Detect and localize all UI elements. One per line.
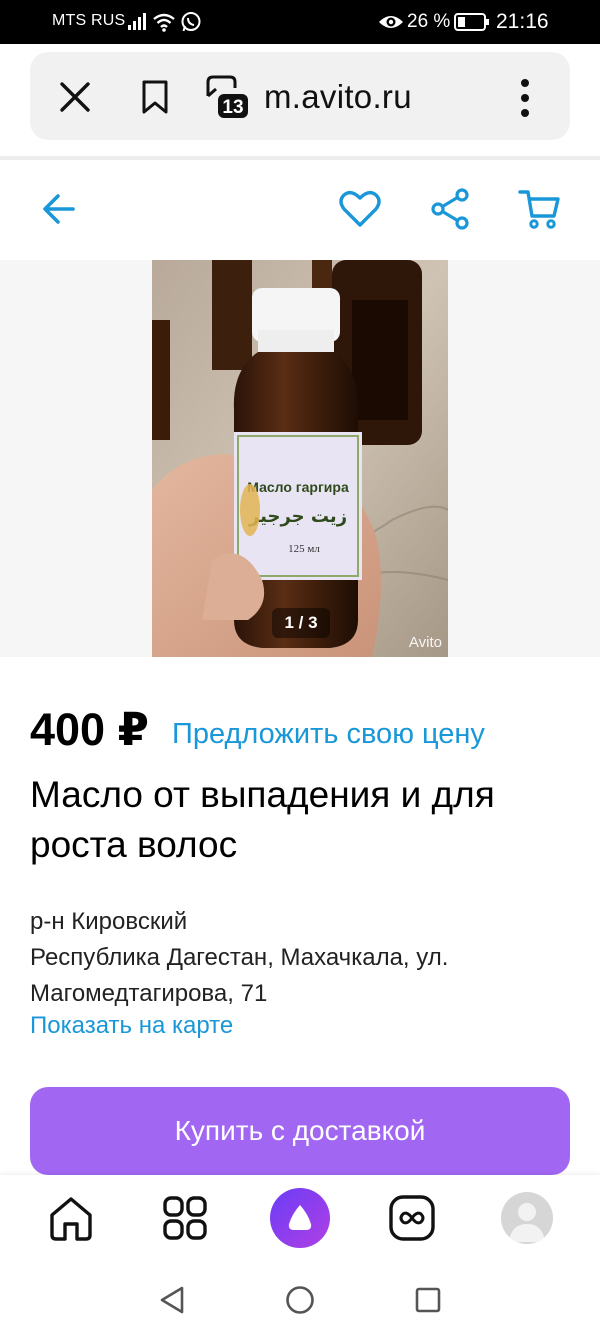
more-vert-icon[interactable] (518, 78, 532, 123)
battery-percent: 26 % (407, 11, 451, 32)
tab-count: 13 (222, 97, 243, 118)
eye-icon (378, 13, 404, 36)
carrier-label: MTS RUS (52, 12, 126, 29)
avatar[interactable] (501, 1192, 553, 1244)
browser-toolbar: 13 m.avito.ru (0, 44, 600, 156)
watermark-text: Avito (409, 634, 442, 651)
offer-price-link[interactable]: Предложить свою цену (172, 718, 485, 751)
price: 400 ₽ (30, 704, 149, 755)
bookmark-icon[interactable] (140, 79, 170, 120)
cart-icon[interactable] (518, 188, 562, 235)
nav-recents-icon[interactable] (414, 1286, 442, 1319)
nav-back-icon[interactable] (158, 1285, 186, 1320)
close-icon[interactable] (58, 80, 92, 114)
apps-grid-icon[interactable] (162, 1195, 208, 1246)
home-icon[interactable] (46, 1193, 96, 1248)
photo-counter: 1 / 3 (272, 608, 330, 638)
url-text[interactable]: m.avito.ru (264, 78, 412, 116)
photo-gallery[interactable]: Масло гаргира زيت جرجير 125 мл Avito 1 /… (0, 260, 600, 657)
label-line1: Масло гаргира (247, 479, 349, 495)
whatsapp-icon (180, 11, 202, 38)
address-bar[interactable]: 13 m.avito.ru (30, 52, 570, 140)
system-navigation (0, 1265, 600, 1332)
tabs-icon[interactable]: 13 (204, 74, 250, 127)
signal-icon (128, 12, 148, 35)
address: Республика Дагестан, Махачкала, ул. Маго… (30, 944, 449, 1007)
label-volume: 125 мл (288, 543, 320, 555)
district: р-н Кировский (30, 908, 188, 935)
share-icon[interactable] (430, 188, 470, 235)
product-photo[interactable]: Масло гаргира زيت جرجير 125 мл Avito (152, 260, 448, 657)
tabs-infinity-icon[interactable] (388, 1194, 436, 1247)
buy-with-delivery-button[interactable]: Купить с доставкой (30, 1087, 570, 1175)
nav-home-icon[interactable] (285, 1285, 315, 1320)
browser-bottom-bar (0, 1175, 600, 1265)
heart-icon[interactable] (338, 188, 382, 235)
alice-icon[interactable] (270, 1188, 330, 1248)
show-on-map-link[interactable]: Показать на карте (30, 1012, 233, 1040)
battery-icon (454, 12, 490, 37)
wifi-icon (152, 12, 176, 37)
clock: 21:16 (496, 10, 549, 33)
back-arrow-icon[interactable] (40, 190, 78, 233)
label-line2: زيت جرجير (248, 506, 347, 527)
address-block: р-н Кировский Республика Дагестан, Махач… (30, 904, 575, 1012)
listing-header (0, 160, 600, 260)
listing-title: Масло от выпадения и для роста волос (30, 774, 495, 865)
status-bar: MTS RUS 26 % 21:16 (0, 0, 600, 44)
